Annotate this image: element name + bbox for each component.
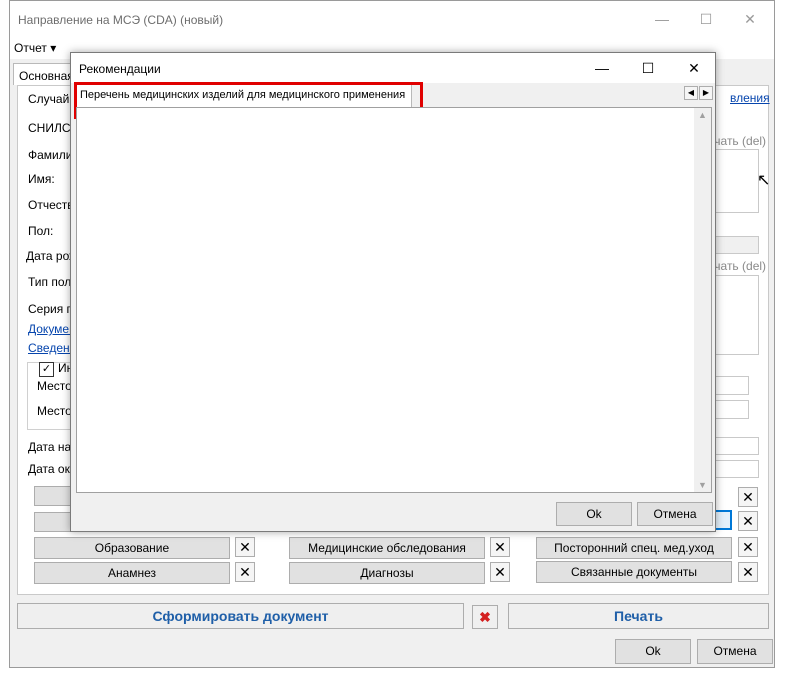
scroll-down-icon[interactable]: ▼ (694, 480, 711, 490)
place-label-2: Место (37, 404, 72, 418)
dialog-title: Рекомендации (79, 62, 161, 76)
tab-scroll-right-icon[interactable]: ▶ (699, 86, 713, 100)
generate-document-button[interactable]: Сформировать документ (17, 603, 464, 629)
mouse-cursor-icon: ↖ (757, 172, 771, 189)
dialog-ok-button[interactable]: Ok (556, 502, 632, 526)
outside-care-button[interactable]: Посторонний спец. мед.уход (536, 537, 732, 559)
case-label: Случай (28, 92, 70, 106)
print-del-label-2: ечать (del) (708, 259, 767, 273)
dialog-close-button[interactable]: ✕ (671, 53, 717, 83)
delete-document-icon[interactable]: ✖ (472, 605, 498, 629)
dialog-minimize-button[interactable]: — (579, 53, 625, 83)
diagnoses-button[interactable]: Диагнозы (289, 562, 485, 584)
main-window-title: Направление на МСЭ (CDA) (новый) (18, 13, 224, 27)
maximize-button[interactable]: ☐ (684, 1, 728, 37)
anamnesis-button[interactable]: Анамнез (34, 562, 230, 584)
tab-medical-devices-label: Перечень медицинских изделий для медицин… (80, 89, 406, 101)
menu-report[interactable]: Отчет ▾ (14, 41, 56, 55)
related-docs-remove-button[interactable]: ✕ (738, 562, 758, 582)
main-cancel-button[interactable]: Отмена (697, 639, 773, 664)
education-button[interactable]: Образование (34, 537, 230, 559)
right-link[interactable]: вления (730, 91, 770, 105)
tab-scroll-left-icon[interactable]: ◀ (684, 86, 698, 100)
scroll-up-icon[interactable]: ▲ (694, 110, 711, 120)
diagnoses-remove-button[interactable]: ✕ (490, 562, 510, 582)
dialog-content-area[interactable]: ▲ ▼ (76, 107, 712, 493)
remove-button-r1[interactable]: ✕ (738, 487, 758, 507)
snils-label: СНИЛС: (28, 121, 74, 135)
tab-medical-devices[interactable]: Перечень медицинских изделий для медицин… (74, 82, 423, 119)
dialog-maximize-button[interactable]: ☐ (625, 53, 671, 83)
recommendations-dialog: Рекомендации — ☐ ✕ Перечень медицинских … (70, 52, 716, 532)
main-ok-button[interactable]: Ok (615, 639, 691, 664)
anamnesis-remove-button[interactable]: ✕ (235, 562, 255, 582)
dialog-cancel-button[interactable]: Отмена (637, 502, 713, 526)
med-exams-remove-button[interactable]: ✕ (490, 537, 510, 557)
print-button[interactable]: Печать (508, 603, 769, 629)
remove-button-r2[interactable]: ✕ (738, 511, 758, 531)
sex-label: Пол: (28, 224, 54, 238)
education-remove-button[interactable]: ✕ (235, 537, 255, 557)
minimize-button[interactable]: — (640, 1, 684, 37)
dropdown-arrow-icon: ▾ (50, 41, 57, 55)
outside-care-remove-button[interactable]: ✕ (738, 537, 758, 557)
documents-link[interactable]: Докумен (28, 322, 76, 336)
place-label-1: Место (37, 379, 72, 393)
checkbox[interactable]: ✓ (39, 362, 54, 377)
close-button[interactable]: ✕ (728, 1, 772, 37)
med-exams-button[interactable]: Медицинские обследования (289, 537, 485, 559)
related-docs-button[interactable]: Связанные документы (536, 561, 732, 583)
dialog-titlebar: Рекомендации — ☐ ✕ (71, 53, 715, 83)
main-titlebar: Направление на МСЭ (CDA) (новый) — ☐ ✕ (10, 1, 774, 37)
vertical-scrollbar[interactable]: ▲ ▼ (694, 108, 711, 492)
print-del-label-1: ечать (del) (708, 134, 767, 148)
name-label: Имя: (28, 172, 55, 186)
